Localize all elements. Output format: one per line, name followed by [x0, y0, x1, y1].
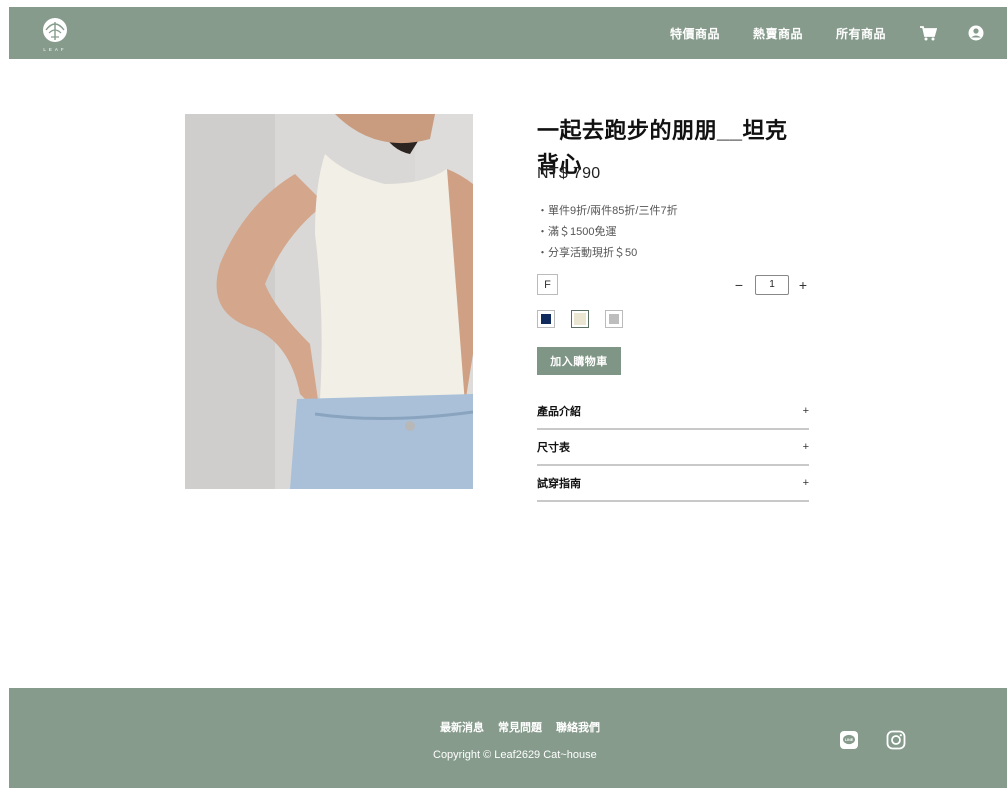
add-to-cart-button[interactable]: 加入購物車: [537, 347, 621, 375]
color-swatch-cream[interactable]: [571, 310, 589, 328]
color-swatch-gray[interactable]: [605, 310, 623, 328]
expand-icon[interactable]: +: [803, 405, 809, 417]
promo-notes: ・單件9折/兩件85折/三件7折 ・滿＄1500免運 ・分享活動現折＄50: [537, 201, 809, 264]
nav-hot[interactable]: 熱賣商品: [753, 25, 803, 42]
page: LEAF 特價商品 熱賣商品 所有商品 一起去跑步的朋朋__坦克背心 NT$ 7…: [9, 7, 1007, 788]
site-footer: 最新消息 常見問題 聯絡我們 Copyright © Leaf2629 Cat~…: [9, 688, 1007, 788]
size-option-f[interactable]: F: [537, 274, 558, 295]
line-icon[interactable]: LINE: [839, 730, 859, 750]
expand-icon[interactable]: +: [803, 441, 809, 453]
promo-note: ・滿＄1500免運: [537, 226, 617, 238]
accordion-label: 產品介紹: [537, 406, 581, 418]
accordion-product-intro[interactable]: 產品介紹 +: [537, 394, 809, 430]
footer-link-news[interactable]: 最新消息: [440, 719, 484, 735]
accordion-size-chart[interactable]: 尺寸表 +: [537, 430, 809, 466]
qty-minus-button[interactable]: −: [733, 277, 745, 293]
qty-plus-button[interactable]: +: [797, 277, 809, 293]
accordion-fitting-guide[interactable]: 試穿指南 +: [537, 466, 809, 502]
site-header: LEAF 特價商品 熱賣商品 所有商品: [9, 7, 1007, 59]
accordion-label: 試穿指南: [537, 478, 581, 490]
instagram-icon[interactable]: [886, 730, 906, 750]
product-title: 一起去跑步的朋朋__坦克背心: [537, 118, 788, 177]
footer-link-contact[interactable]: 聯絡我們: [556, 719, 600, 735]
copyright-text: Copyright © Leaf2629 Cat~house: [433, 749, 597, 761]
options-row: F − 1 +: [537, 274, 809, 296]
promo-note: ・單件9折/兩件85折/三件7折: [537, 205, 678, 217]
logo-text: LEAF: [43, 47, 66, 52]
product-info: 一起去跑步的朋朋__坦克背心 NT$ 790 ・單件9折/兩件85折/三件7折 …: [537, 114, 809, 502]
nav-sale[interactable]: 特價商品: [670, 25, 720, 42]
main-nav: 特價商品 熱賣商品 所有商品: [670, 7, 1007, 59]
nav-all-products[interactable]: 所有商品: [836, 25, 886, 42]
quantity-input[interactable]: 1: [755, 274, 789, 295]
cart-icon[interactable]: [919, 24, 937, 42]
color-options: [537, 310, 809, 328]
product-accordion: 產品介紹 + 尺寸表 + 試穿指南 +: [537, 394, 809, 502]
quantity-stepper: − 1 +: [733, 274, 809, 295]
footer-link-faq[interactable]: 常見問題: [498, 719, 542, 735]
expand-icon[interactable]: +: [803, 477, 809, 489]
user-circle-icon[interactable]: [967, 24, 985, 42]
leaf-logo[interactable]: LEAF: [37, 13, 73, 53]
svg-text:LINE: LINE: [845, 738, 854, 742]
promo-note: ・分享活動現折＄50: [537, 247, 638, 259]
product-price: NT$ 790: [537, 165, 601, 182]
accordion-label: 尺寸表: [537, 442, 570, 454]
product-photo: [185, 114, 473, 489]
color-swatch-navy[interactable]: [537, 310, 555, 328]
footer-links: 最新消息 常見問題 聯絡我們: [429, 719, 611, 735]
